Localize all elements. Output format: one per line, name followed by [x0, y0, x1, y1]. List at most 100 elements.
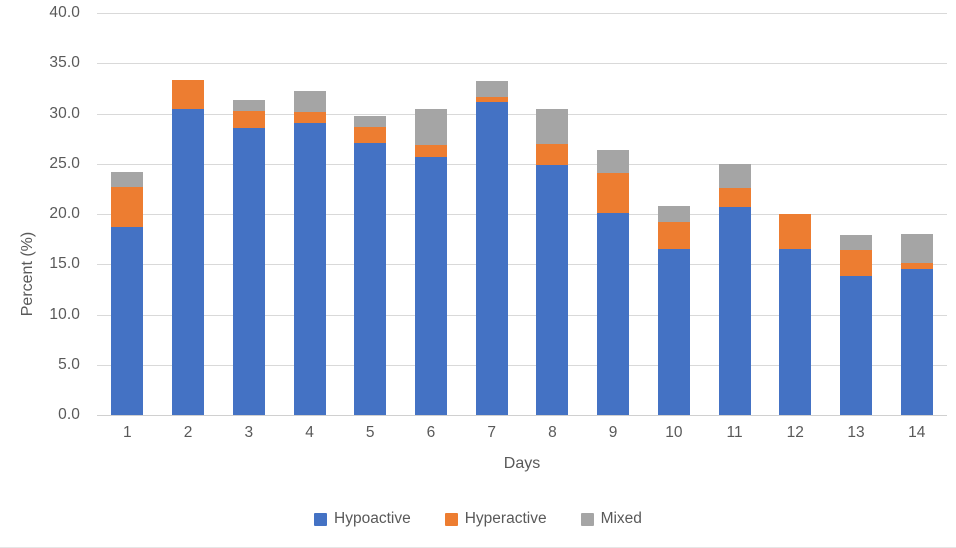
bar-group[interactable] [522, 13, 583, 415]
legend-swatch-icon [444, 512, 458, 526]
bar-segment-mixed[interactable] [475, 81, 508, 98]
bar-group[interactable] [279, 13, 340, 415]
bar-segment-mixed[interactable] [597, 149, 630, 173]
legend-label: Hypoactive [334, 510, 411, 527]
bar-segment-hypoactive[interactable] [718, 206, 751, 415]
bar-segment-mixed[interactable] [900, 234, 933, 264]
bar-series-container [97, 13, 947, 415]
bar-group[interactable] [704, 13, 765, 415]
bar-group[interactable] [583, 13, 644, 415]
bar-segment-hypoactive[interactable] [293, 122, 326, 415]
bar-stack[interactable] [293, 91, 326, 415]
bar-group[interactable] [765, 13, 826, 415]
x-axis-tick-label: 14 [908, 424, 926, 441]
bar-stack[interactable] [414, 108, 447, 415]
bar-stack[interactable] [475, 81, 508, 415]
x-axis-tick-label: 3 [244, 424, 254, 441]
bar-segment-mixed[interactable] [839, 235, 872, 251]
stacked-bar-chart: Percent (%) 0.0 5.0 10.0 15.0 20.0 25.0 30.0 35… [0, 0, 956, 548]
bar-segment-hyperactive[interactable] [839, 250, 872, 277]
x-axis-tick-label: 9 [608, 424, 618, 441]
bar-group[interactable] [826, 13, 887, 415]
bar-segment-mixed[interactable] [657, 205, 690, 223]
bar-segment-mixed[interactable] [293, 91, 326, 112]
bar-segment-hypoactive[interactable] [172, 109, 205, 415]
y-axis-tick-label: 30.0 [49, 104, 80, 122]
y-axis-tick-label: 35.0 [49, 54, 80, 72]
bar-segment-mixed[interactable] [536, 108, 569, 144]
bar-stack[interactable] [111, 171, 144, 415]
bar-segment-hyperactive[interactable] [536, 143, 569, 165]
bar-segment-hyperactive[interactable] [232, 110, 265, 128]
bar-stack[interactable] [172, 80, 205, 415]
bar-segment-hyperactive[interactable] [293, 111, 326, 123]
bar-group[interactable] [97, 13, 158, 415]
legend-swatch-icon [580, 512, 594, 526]
legend-swatch-icon [314, 512, 328, 526]
bar-group[interactable] [886, 13, 947, 415]
bar-segment-hypoactive[interactable] [232, 127, 265, 415]
bar-segment-mixed[interactable] [354, 115, 387, 127]
legend-item-hyperactive[interactable]: Hyperactive [444, 510, 547, 528]
bar-group[interactable] [218, 13, 279, 415]
x-axis-tick-label: 11 [726, 424, 743, 441]
bar-segment-mixed[interactable] [414, 108, 447, 145]
y-axis-tick-label: 40.0 [49, 4, 80, 21]
y-axis-tick-label: 5.0 [58, 355, 80, 373]
bar-segment-mixed[interactable] [111, 171, 144, 187]
bar-stack[interactable] [536, 108, 569, 415]
bar-segment-hyperactive[interactable] [779, 214, 812, 250]
bar-segment-hypoactive[interactable] [414, 156, 447, 415]
bar-stack[interactable] [718, 163, 751, 415]
bar-segment-hypoactive[interactable] [111, 227, 144, 415]
bar-segment-hyperactive[interactable] [172, 80, 205, 110]
bar-stack[interactable] [779, 214, 812, 415]
x-axis-tick-label: 13 [847, 424, 865, 441]
x-axis-tick-label: 6 [426, 424, 436, 441]
bar-segment-hypoactive[interactable] [779, 249, 812, 415]
bar-stack[interactable] [900, 234, 933, 415]
bar-segment-hyperactive[interactable] [354, 126, 387, 143]
bar-segment-hyperactive[interactable] [657, 222, 690, 250]
x-axis-tick-label: 1 [123, 424, 132, 441]
bar-group[interactable] [340, 13, 401, 415]
bar-segment-hypoactive[interactable] [657, 249, 690, 415]
gridline [97, 415, 947, 416]
bar-stack[interactable] [354, 115, 387, 415]
bar-segment-hypoactive[interactable] [839, 276, 872, 415]
x-axis-tick-label: 10 [665, 424, 683, 441]
x-axis-tick-label: 4 [305, 424, 314, 441]
bar-segment-hypoactive[interactable] [475, 102, 508, 415]
legend-label: Mixed [600, 510, 642, 527]
bar-group[interactable] [401, 13, 462, 415]
bar-segment-hyperactive[interactable] [414, 144, 447, 157]
legend-item-hypoactive[interactable]: Hypoactive [314, 510, 411, 528]
y-axis-tick-label: 20.0 [49, 205, 80, 222]
bar-segment-hyperactive[interactable] [111, 186, 144, 228]
bar-segment-hyperactive[interactable] [597, 172, 630, 213]
bar-segment-hyperactive[interactable] [718, 187, 751, 207]
bar-group[interactable] [158, 13, 219, 415]
bar-group[interactable] [643, 13, 704, 415]
legend-item-mixed[interactable]: Mixed [580, 510, 642, 528]
x-axis-title: Days [503, 455, 541, 472]
x-axis-tick-label: 7 [487, 424, 496, 441]
y-axis-tick-labels: 0.0 5.0 10.0 15.0 20.0 25.0 30.0 35.0 40.0 [0, 4, 90, 423]
bar-segment-mixed[interactable] [232, 100, 265, 111]
bar-stack[interactable] [597, 149, 630, 415]
bar-stack[interactable] [657, 205, 690, 415]
bar-stack[interactable] [232, 100, 265, 415]
x-axis-tick-labels: 1 2 3 4 5 6 7 8 9 10 11 12 13 14 [97, 418, 947, 448]
bar-stack[interactable] [839, 235, 872, 415]
y-axis-tick-label: 15.0 [49, 255, 80, 273]
y-axis-tick-label: 10.0 [49, 305, 80, 323]
x-axis-tick-label: 5 [365, 424, 375, 441]
plot-area [97, 13, 947, 416]
bar-segment-hypoactive[interactable] [597, 213, 630, 415]
bar-segment-mixed[interactable] [718, 163, 751, 188]
bar-segment-hypoactive[interactable] [354, 142, 387, 415]
bar-segment-hypoactive[interactable] [536, 164, 569, 415]
chart-legend: Hypoactive Hyperactive Mixed [0, 510, 956, 528]
bar-segment-hypoactive[interactable] [900, 269, 933, 415]
bar-group[interactable] [461, 13, 522, 415]
